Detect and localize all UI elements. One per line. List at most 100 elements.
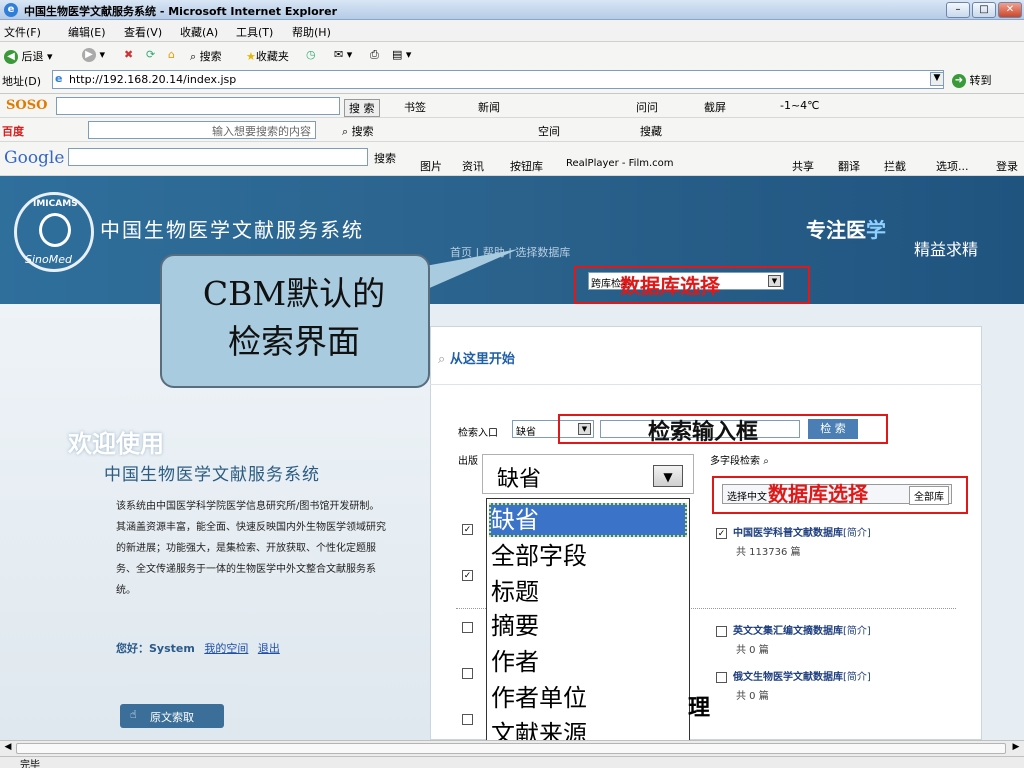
scroll-right-icon[interactable]: ▶ <box>1009 742 1023 752</box>
db-checkbox-5[interactable] <box>462 714 479 726</box>
close-button[interactable]: ✕ <box>998 2 1022 18</box>
minimize-button[interactable]: – <box>946 2 970 18</box>
db-checkbox-3[interactable] <box>462 622 479 634</box>
google-block[interactable]: 拦截 <box>884 158 906 174</box>
soso-toolbar: SOSO 搜 索 书签 新闻 问问 截屏 -1~4℃ <box>0 94 1024 118</box>
refresh-icon[interactable]: ⟳ <box>146 48 155 61</box>
multi-field-search-link[interactable]: 多字段检索 ⌕ <box>710 452 769 467</box>
history-icon[interactable]: ◷ <box>306 48 316 61</box>
database-item[interactable]: ✓ 中国医学科普文献数据库[简介] 共 113736 篇 <box>716 524 871 558</box>
google-options[interactable]: 选项... <box>936 158 969 174</box>
search-icon: ⌕ <box>763 456 769 467</box>
soso-search-input[interactable] <box>56 97 340 115</box>
scroll-thumb[interactable] <box>16 743 1006 754</box>
status-bar: 完毕 <box>0 756 1024 768</box>
year-label: 出版 <box>458 456 478 467</box>
panel-divider <box>430 384 982 385</box>
logout-link[interactable]: 退出 <box>258 642 280 655</box>
google-button-gallery[interactable]: 按钮库 <box>510 158 543 174</box>
system-intro: 该系统由中国医学科学院医学信息研究所/图书馆开发研制。其涵盖资源丰富，能全面、快… <box>116 501 386 596</box>
address-input[interactable]: http://192.168.20.14/index.jsp <box>52 70 944 89</box>
db-checkbox-2[interactable]: ✓ <box>462 570 479 582</box>
google-translate[interactable]: 翻译 <box>838 158 860 174</box>
google-search-input[interactable] <box>68 148 368 166</box>
field-dropdown[interactable]: 缺省 ▼ <box>482 454 694 494</box>
google-news[interactable]: 资讯 <box>462 158 484 174</box>
menu-view[interactable]: 查看(V) <box>124 24 162 40</box>
db-checkbox-1[interactable]: ✓ <box>462 524 479 536</box>
address-bar: 地址(D) http://192.168.20.14/index.jsp ▼ ➜… <box>0 68 1024 92</box>
address-label: 地址(D) <box>2 75 42 88</box>
google-search-button[interactable]: 搜索 <box>374 150 396 166</box>
soso-ask[interactable]: 问问 <box>636 99 658 115</box>
field-dropdown-list: 缺省 全部字段 标题 摘要 作者 作者单位 文献来源 <box>486 498 690 754</box>
dropdown-option[interactable]: 作者单位 <box>489 681 687 715</box>
menu-favorites[interactable]: 收藏(A) <box>180 24 218 40</box>
soso-weather: -1~4℃ <box>780 99 820 112</box>
horizontal-scrollbar[interactable]: ◀ ▶ <box>0 740 1024 756</box>
soso-bookmark[interactable]: 书签 <box>404 99 426 115</box>
user-greeting: 您好：System 我的空间 退出 <box>116 642 280 655</box>
baidu-collect[interactable]: 搜藏 <box>640 123 662 139</box>
system-name: 中国生物医学文献服务系统 <box>104 465 320 485</box>
favorites-button[interactable]: ★收藏夹 <box>246 48 289 64</box>
menu-tools[interactable]: 工具(T) <box>236 24 273 40</box>
database-item[interactable]: 俄文生物医学文献数据库[简介] 共 0 篇 <box>716 668 871 702</box>
back-button[interactable]: ◀ 后退 ▾ <box>4 48 53 64</box>
fulltext-request-button[interactable]: ☝ 原文索取 <box>120 704 224 728</box>
baidu-space[interactable]: 空间 <box>538 123 560 139</box>
edit-icon[interactable]: ▤ ▾ <box>392 48 411 61</box>
baidu-search-button[interactable]: ⌕ 搜索 <box>342 123 374 139</box>
menu-help[interactable]: 帮助(H) <box>292 24 331 40</box>
dropdown-option[interactable]: 标题 <box>489 575 687 609</box>
checkbox-checked-icon[interactable]: ✓ <box>716 527 727 539</box>
baidu-logo: 百度 <box>2 125 24 138</box>
home-icon[interactable]: ⌂ <box>168 48 175 61</box>
scroll-left-icon[interactable]: ◀ <box>1 742 15 752</box>
google-realplayer[interactable]: RealPlayer - Film.com <box>566 158 674 169</box>
search-icon: ⌕ <box>438 352 446 367</box>
print-icon[interactable]: ⎙ <box>370 48 379 62</box>
google-login[interactable]: 登录 <box>996 158 1018 174</box>
google-images[interactable]: 图片 <box>420 158 442 174</box>
chevron-down-icon[interactable]: ▼ <box>653 465 683 487</box>
forward-arrow-icon: ▶ <box>82 48 96 62</box>
db-checkbox-4[interactable] <box>462 668 479 680</box>
start-here-title: ⌕ 从这里开始 <box>438 352 515 367</box>
slogan-main: 专注医学 <box>806 218 886 242</box>
callout-text: CBM默认的 检索界面 <box>202 274 386 361</box>
go-button[interactable]: ➜ 转到 <box>952 72 992 88</box>
annotation-search-box: 检索输入框 <box>648 420 759 445</box>
dropdown-option[interactable]: 缺省 <box>489 503 687 537</box>
my-space-link[interactable]: 我的空间 <box>204 642 248 655</box>
dropdown-option[interactable]: 摘要 <box>489 609 687 643</box>
annotation-db-top: 数据库选择 <box>620 274 720 298</box>
go-arrow-icon: ➜ <box>952 74 966 88</box>
google-toolbar: Google 搜索 图片 资讯 按钮库 RealPlayer - Film.co… <box>0 142 1024 176</box>
soso-news[interactable]: 新闻 <box>478 99 500 115</box>
maximize-button[interactable]: □ <box>972 2 996 18</box>
back-arrow-icon: ◀ <box>4 50 18 64</box>
checkbox-icon[interactable] <box>716 671 727 683</box>
sinomed-logo: IMICAMS SinoMed <box>14 192 94 272</box>
baidu-toolbar: 百度 输入想要搜索的内容 ⌕ 搜索 空间 搜藏 <box>0 118 1024 142</box>
soso-search-button[interactable]: 搜 索 <box>344 99 380 117</box>
ie-icon: e <box>4 3 18 17</box>
google-share[interactable]: 共享 <box>792 158 814 174</box>
annotation-db-right: 数据库选择 <box>768 482 868 506</box>
baidu-search-input[interactable]: 输入想要搜索的内容 <box>88 121 316 139</box>
database-item[interactable]: 英文文集汇编文摘数据库[简介] 共 0 篇 <box>716 622 871 656</box>
dropdown-option[interactable]: 全部字段 <box>489 539 687 573</box>
checkbox-icon[interactable] <box>716 625 727 637</box>
menu-edit[interactable]: 编辑(E) <box>68 24 106 40</box>
forward-button[interactable]: ▶ ▾ <box>82 48 105 62</box>
menu-bar: 文件(F) 编辑(E) 查看(V) 收藏(A) 工具(T) 帮助(H) <box>0 20 1024 42</box>
search-toolbar-button[interactable]: ⌕ 搜索 <box>190 48 222 64</box>
menu-file[interactable]: 文件(F) <box>4 24 41 40</box>
address-dropdown-icon[interactable]: ▼ <box>930 72 944 86</box>
hand-pointer-icon: ☝ <box>130 708 137 721</box>
dropdown-option[interactable]: 作者 <box>489 645 687 679</box>
soso-screenshot[interactable]: 截屏 <box>704 99 726 115</box>
mail-icon[interactable]: ✉ ▾ <box>334 48 352 61</box>
stop-icon[interactable]: ✖ <box>124 48 133 61</box>
